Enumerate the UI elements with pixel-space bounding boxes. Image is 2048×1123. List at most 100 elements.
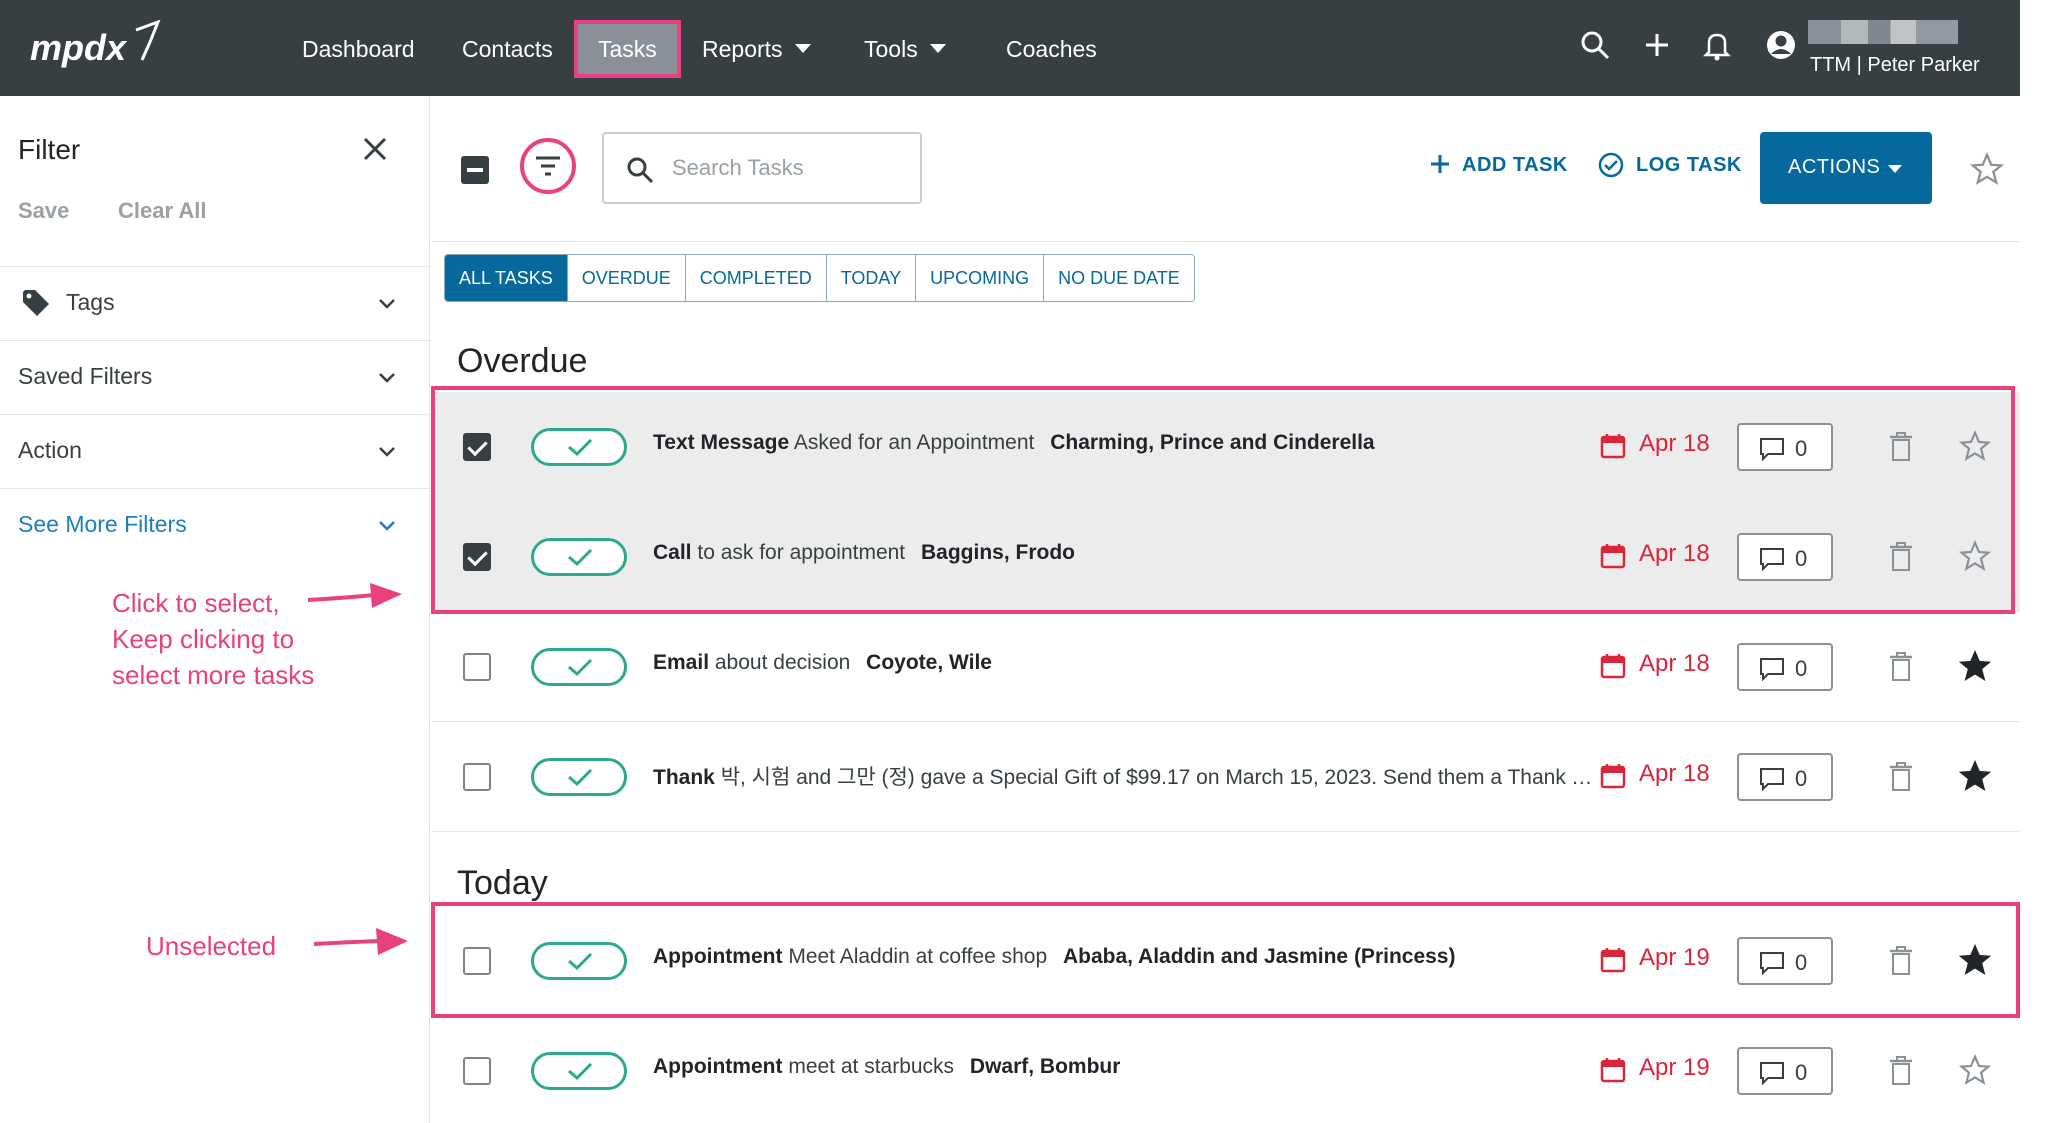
task-comment-count: 0 [1795, 950, 1808, 975]
complete-task-button[interactable] [531, 758, 627, 796]
task-row[interactable]: Thank 박, 시험 and 그만 (정) gave a Special Gi… [431, 722, 2020, 832]
mpdx-logo[interactable]: mpdx [28, 20, 168, 76]
task-contact-link[interactable]: Baggins, Frodo [921, 541, 1075, 564]
task-row[interactable]: Call to ask for appointment Baggins, Fro… [431, 502, 2020, 612]
star-filled-icon[interactable] [1959, 944, 1991, 976]
user-avatar-icon[interactable] [1764, 28, 1798, 62]
star-filled-icon[interactable] [1959, 760, 1991, 792]
task-comments-button[interactable]: 0 [1737, 1047, 1833, 1095]
star-outline-icon[interactable] [1959, 430, 1991, 462]
filter-icon [536, 156, 560, 176]
nav-dashboard[interactable]: Dashboard [292, 20, 425, 78]
chevron-down-icon [379, 521, 395, 531]
save-filter-button[interactable]: Save [18, 198, 69, 224]
tab-today[interactable]: TODAY [826, 255, 917, 301]
tab-upcoming[interactable]: UPCOMING [916, 255, 1045, 301]
complete-task-button[interactable] [531, 648, 627, 686]
task-select-checkbox[interactable] [463, 763, 491, 791]
chevron-down-icon [379, 447, 395, 457]
task-select-checkbox[interactable] [463, 543, 491, 571]
search-tasks-field[interactable] [602, 132, 922, 204]
task-description[interactable]: Text Message Asked for an Appointment Ch… [653, 431, 1375, 455]
calendar-icon [1600, 434, 1626, 459]
complete-task-button[interactable] [531, 428, 627, 466]
calendar-icon [1600, 544, 1626, 569]
task-comments-button[interactable]: 0 [1737, 753, 1833, 801]
star-outline-icon[interactable] [1970, 152, 2004, 186]
see-more-filters[interactable]: See More Filters [0, 488, 430, 562]
tab-overdue[interactable]: OVERDUE [567, 255, 686, 301]
task-type: Thank [653, 766, 715, 789]
task-select-checkbox[interactable] [463, 653, 491, 681]
search-tasks-input[interactable] [672, 148, 912, 188]
add-task-button[interactable]: ADD TASK [1428, 154, 1568, 177]
complete-task-button[interactable] [531, 942, 627, 980]
trash-icon[interactable] [1889, 762, 1913, 792]
clear-all-button[interactable]: Clear All [118, 198, 206, 224]
task-comments-button[interactable]: 0 [1737, 423, 1833, 471]
trash-icon[interactable] [1889, 1056, 1913, 1086]
divider [431, 241, 2020, 242]
close-icon[interactable] [360, 134, 390, 164]
task-subject: Asked for an Appointment [793, 431, 1035, 454]
search-icon[interactable] [1578, 28, 1612, 62]
task-comments-button[interactable]: 0 [1737, 643, 1833, 691]
task-row[interactable]: Appointment Meet Aladdin at coffee shop … [431, 906, 2020, 1016]
task-row[interactable]: Text Message Asked for an Appointment Ch… [431, 392, 2020, 502]
task-description[interactable]: Thank 박, 시험 and 그만 (정) gave a Special Gi… [653, 761, 1593, 791]
tab-no-due-date[interactable]: NO DUE DATE [1044, 255, 1194, 301]
task-description[interactable]: Call to ask for appointment Baggins, Fro… [653, 541, 1075, 565]
star-outline-icon[interactable] [1959, 1054, 1991, 1086]
task-type: Call [653, 541, 692, 564]
nav-coaches[interactable]: Coaches [996, 20, 1107, 78]
trash-icon[interactable] [1889, 652, 1913, 682]
log-task-button[interactable]: LOG TASK [1598, 152, 1742, 178]
filter-action[interactable]: Action [0, 414, 430, 488]
task-select-checkbox[interactable] [463, 1057, 491, 1085]
task-comments-button[interactable]: 0 [1737, 533, 1833, 581]
star-outline-icon[interactable] [1959, 540, 1991, 572]
task-row[interactable]: Appointment meet at starbucks Dwarf, Bom… [431, 1016, 2020, 1123]
task-contact-link[interactable]: Charming, Prince and Cinderella [1050, 431, 1374, 454]
blurred-account-name [1808, 20, 1958, 44]
tab-all-tasks[interactable]: ALL TASKS [445, 255, 568, 301]
task-contact-link[interactable]: Coyote, Wile [866, 651, 992, 674]
task-description[interactable]: Appointment meet at starbucks Dwarf, Bom… [653, 1055, 1120, 1079]
task-select-checkbox[interactable] [463, 947, 491, 975]
trash-icon[interactable] [1889, 432, 1913, 462]
star-filled-icon[interactable] [1959, 650, 1991, 682]
actions-dropdown-button[interactable]: ACTIONS [1760, 132, 1932, 204]
account-label[interactable]: TTM | Peter Parker [1810, 54, 1980, 77]
nav-reports[interactable]: Reports [692, 20, 821, 78]
nav-tools[interactable]: Tools [854, 20, 956, 78]
filter-tags[interactable]: Tags [0, 266, 430, 340]
trash-icon[interactable] [1889, 946, 1913, 976]
nav-tasks[interactable]: Tasks [574, 20, 681, 78]
calendar-icon [1600, 1058, 1626, 1083]
checkmark-icon [568, 952, 593, 971]
task-due-date-text: Apr 18 [1639, 650, 1710, 677]
select-all-checkbox[interactable] [461, 156, 489, 184]
tag-icon [23, 290, 49, 316]
bell-icon[interactable] [1700, 28, 1734, 62]
task-row[interactable]: Email about decision Coyote, Wile Apr 18… [431, 612, 2020, 722]
filter-saved-filters[interactable]: Saved Filters [0, 340, 430, 414]
task-comment-count: 0 [1795, 766, 1808, 791]
task-description[interactable]: Appointment Meet Aladdin at coffee shop … [653, 945, 1455, 969]
task-select-checkbox[interactable] [463, 433, 491, 461]
task-comments-button[interactable]: 0 [1737, 937, 1833, 985]
caret-down-icon [794, 44, 811, 54]
add-icon[interactable] [1640, 28, 1674, 62]
tab-completed[interactable]: COMPLETED [685, 255, 827, 301]
task-description[interactable]: Email about decision Coyote, Wile [653, 651, 992, 675]
task-comment-count: 0 [1795, 656, 1808, 681]
trash-icon[interactable] [1889, 542, 1913, 572]
task-due-date: Apr 18 [1599, 758, 1719, 794]
task-contact-link[interactable]: Ababa, Aladdin and Jasmine (Princess) [1063, 945, 1456, 968]
complete-task-button[interactable] [531, 1052, 627, 1090]
task-type: Email [653, 651, 710, 674]
task-contact-link[interactable]: Dwarf, Bombur [970, 1055, 1121, 1078]
filter-toggle-button[interactable] [520, 138, 576, 194]
nav-contacts[interactable]: Contacts [452, 20, 563, 78]
complete-task-button[interactable] [531, 538, 627, 576]
